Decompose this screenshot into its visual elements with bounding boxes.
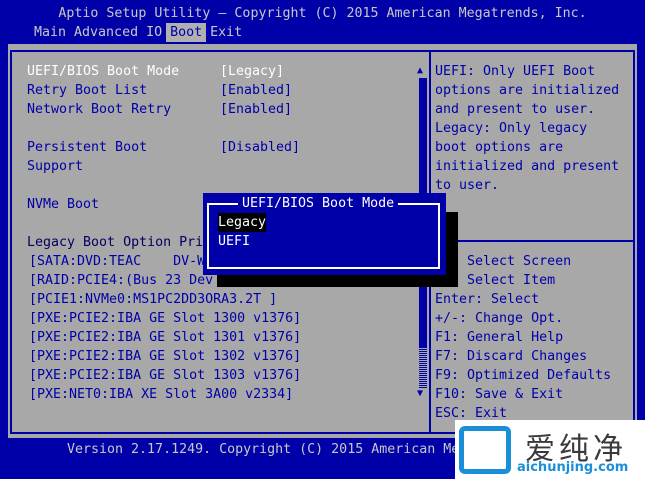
boot-option[interactable]: [PXE:PCIE2:IBA GE Slot 1303 v1376]: [29, 366, 301, 385]
watermark-logo: 爱纯净 aichunjing.com: [455, 420, 645, 479]
key-hint: +/-: Change Opt.: [435, 311, 564, 326]
setting-retry-boot-list-label[interactable]: Retry Boot List: [27, 81, 147, 100]
setting-boot-mode-value[interactable]: [Legacy]: [220, 62, 284, 81]
popup-option-legacy[interactable]: Legacy: [218, 213, 267, 232]
key-hint: F9: Optimized Defaults: [435, 368, 612, 383]
watermark-url: aichunjing.com: [517, 460, 629, 475]
key-hint: F7: Discard Changes: [435, 349, 588, 364]
scrollbar-track[interactable]: [419, 348, 427, 388]
boot-option[interactable]: [PXE:PCIE2:IBA GE Slot 1300 v1376]: [29, 309, 301, 328]
boot-option[interactable]: [PXE:PCIE2:IBA GE Slot 1301 v1376]: [29, 328, 301, 347]
help-text: boot options are: [435, 140, 564, 155]
setting-network-boot-retry-value[interactable]: [Enabled]: [220, 100, 292, 119]
popup-title: UEFI/BIOS Boot Mode: [238, 194, 399, 213]
help-text: Legacy: Only legacy: [435, 121, 588, 136]
tab-bar: Main Advanced IO Boot Exit: [30, 23, 246, 42]
key-hint: F1: General Help: [435, 330, 564, 345]
boot-option[interactable]: [PXE:PCIE2:IBA GE Slot 1302 v1376]: [29, 347, 301, 366]
help-divider: [431, 240, 635, 242]
setting-boot-mode-label[interactable]: UEFI/BIOS Boot Mode: [27, 62, 179, 81]
legacy-boot-priorities-heading: Legacy Boot Option Pri: [27, 235, 204, 250]
tab-exit[interactable]: Exit: [206, 23, 246, 42]
help-text: options are initialized: [435, 83, 620, 98]
scroll-up-icon[interactable]: ▲: [417, 65, 423, 76]
key-hint: F10: Save & Exit: [435, 387, 564, 402]
app-title: Aptio Setup Utility – Copyright (C) 2015…: [58, 6, 587, 21]
setting-network-boot-retry-label[interactable]: Network Boot Retry: [27, 100, 171, 119]
help-text: and present to user.: [435, 102, 596, 117]
watermark-icon: [459, 426, 511, 474]
help-text: initialized and present: [435, 159, 620, 174]
boot-option[interactable]: [PCIE1:NVMe0:MS1PC2DD3ORA3.2T ]: [29, 290, 277, 309]
scroll-down-icon[interactable]: ▼: [417, 388, 423, 399]
boot-option[interactable]: [PXE:NET0:IBA XE Slot 3A00 v2334]: [29, 385, 293, 404]
setting-nvme-boot-label[interactable]: NVMe Boot: [27, 195, 99, 214]
boot-option[interactable]: [RAID:PCIE4:(Bus 23 Dev: [29, 271, 213, 290]
tab-main[interactable]: Main: [30, 23, 70, 42]
setting-persistent-boot-value[interactable]: [Disabled]: [220, 138, 300, 157]
key-hint: Enter: Select: [435, 292, 540, 307]
setting-retry-boot-list-value[interactable]: [Enabled]: [220, 81, 292, 100]
setting-persistent-boot-label[interactable]: Persistent Boot: [27, 138, 147, 157]
popup-option-uefi[interactable]: UEFI: [218, 232, 250, 251]
tab-advanced[interactable]: Advanced: [70, 23, 142, 42]
setting-persistent-boot-label2[interactable]: Support: [27, 157, 83, 176]
tab-io[interactable]: IO: [142, 23, 166, 42]
tab-boot[interactable]: Boot: [166, 23, 207, 42]
help-text: UEFI: Only UEFI Boot: [435, 64, 596, 79]
boot-option[interactable]: [SATA:DVD:TEAC DV-W: [29, 252, 205, 271]
